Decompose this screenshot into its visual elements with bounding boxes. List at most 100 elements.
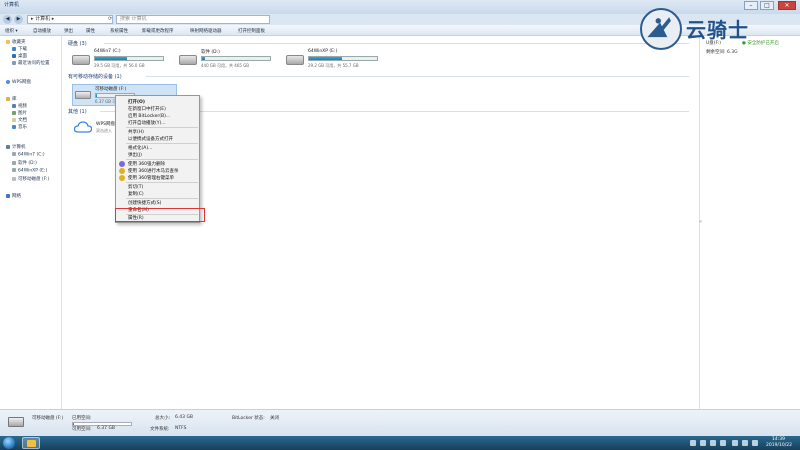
sidebar-item-pictures[interactable]: 图片: [12, 110, 27, 116]
menu-separator: [126, 198, 198, 199]
sidebar-item-drive-c[interactable]: 64Win7 (C:): [12, 152, 45, 158]
free-space-label: 剩余空间: 6.3G: [706, 50, 738, 55]
menu-item-360-manage-menu[interactable]: 使用 360管理右键菜单: [128, 175, 174, 181]
drive-usage-fill: [95, 57, 127, 60]
drive-free-space: 440 GB 可用，共 465 GB: [201, 63, 250, 68]
drive-icon: [12, 168, 16, 172]
control-panel-button[interactable]: 打开控制面板: [238, 28, 265, 34]
menu-item-share[interactable]: 共享(H): [128, 129, 144, 135]
forward-button[interactable]: ▶: [14, 15, 23, 24]
sidebar-item-recent[interactable]: 最近访问的位置: [12, 60, 50, 66]
start-button[interactable]: [3, 437, 15, 449]
menu-item-open-new-window[interactable]: 在新窗口中打开(E): [128, 106, 166, 112]
drive-name: 64WinXP (E:): [308, 49, 338, 54]
menu-item-cut[interactable]: 剪切(T): [128, 184, 143, 190]
tray-app-icon[interactable]: [720, 440, 726, 446]
drive-usage-bar: [201, 56, 271, 61]
sidebar-label: 软件 (D:): [18, 161, 37, 166]
sidebar-item-favorites[interactable]: 收藏夹: [6, 39, 26, 45]
address-bar[interactable]: ▸ 计算机 ▸: [27, 15, 113, 24]
sidebar-label: 下载: [18, 47, 27, 52]
protection-label: 安全防护已开启: [747, 41, 779, 46]
tray-app-icon[interactable]: [700, 440, 706, 446]
drive-usage-fill: [202, 57, 206, 60]
status-usage-fill: [73, 423, 74, 425]
group-header-removable[interactable]: 有可移动存储的设备 (1): [68, 73, 122, 80]
group-header-other[interactable]: 其他 (1): [68, 108, 87, 115]
sidebar-label: 计算机: [12, 145, 26, 150]
sidebar-item-computer[interactable]: 计算机: [6, 144, 26, 150]
watermark-logo: [640, 8, 682, 50]
sidebar-item-libraries[interactable]: 库: [6, 96, 17, 102]
close-button[interactable]: ✕: [778, 1, 796, 10]
network-icon: [6, 193, 10, 198]
sidebar-label: WPS网盘: [12, 80, 32, 85]
group-divider: [104, 43, 689, 44]
status-used-label: 已用空间:: [72, 416, 92, 421]
sidebar-item-downloads[interactable]: 下载: [12, 46, 27, 52]
sidebar-label: 桌面: [18, 54, 27, 59]
sidebar-item-drive-e[interactable]: 64WinXP (E:): [12, 168, 47, 174]
maximize-button[interactable]: □: [760, 1, 774, 10]
drive-icon: [12, 152, 16, 156]
menu-item-360-trojan-scan[interactable]: 使用 360进行木马云查杀: [128, 168, 179, 174]
address-path: ▸ 计算机 ▸: [31, 16, 55, 22]
sidebar-item-documents[interactable]: 文档: [12, 117, 27, 123]
map-network-drive-button[interactable]: 映射网络驱动器: [190, 28, 222, 34]
hard-drive-icon: [179, 55, 197, 65]
menu-item-open-portable[interactable]: 以便携式设备方式打开: [128, 136, 173, 142]
knight-icon: [647, 17, 671, 38]
autoplay-button[interactable]: 自动播放: [33, 28, 51, 34]
sidebar-item-drive-d[interactable]: 软件 (D:): [12, 160, 37, 166]
menu-item-360-force-delete[interactable]: 使用 360强力删除: [128, 161, 165, 167]
tray-app-icon[interactable]: [710, 440, 716, 446]
drive-name: 64Win7 (C:): [94, 49, 121, 54]
menu-item-format[interactable]: 格式化(A)...: [128, 145, 152, 151]
uninstall-program-button[interactable]: 卸载或更改程序: [142, 28, 174, 34]
clock-date[interactable]: 2019/10/22: [766, 443, 792, 448]
refresh-icon[interactable]: ⟳: [108, 16, 112, 22]
back-button[interactable]: ◀: [3, 15, 12, 24]
group-divider: [146, 76, 689, 77]
menu-item-copy[interactable]: 复制(C): [128, 191, 144, 197]
drive-free-space: 29.5 GB 可用，共 56.0 GB: [94, 63, 145, 68]
menu-item-bitlocker[interactable]: 启用 BitLocker(B)...: [128, 113, 170, 119]
tray-arrow-icon[interactable]: [690, 440, 696, 446]
eject-button[interactable]: 弹出: [64, 28, 73, 34]
menu-separator: [126, 159, 198, 160]
menu-item-create-shortcut[interactable]: 创建快捷方式(S): [128, 200, 161, 206]
group-header-hard-drives[interactable]: 硬盘 (3): [68, 40, 87, 47]
flag-icon[interactable]: [752, 440, 758, 446]
network-icon[interactable]: [732, 440, 738, 446]
sidebar-item-desktop[interactable]: 桌面: [12, 53, 27, 59]
document-icon: [12, 117, 16, 122]
sidebar-label: 库: [12, 97, 17, 102]
collapse-pane-icon[interactable]: «: [699, 219, 702, 225]
context-menu: 打开(O) 在新窗口中打开(E) 启用 BitLocker(B)... 打开自动…: [115, 95, 200, 223]
organize-button[interactable]: 组织 ▾: [5, 28, 18, 34]
drive-tile-d[interactable]: 软件 (D:) 440 GB 可用，共 465 GB: [179, 49, 271, 79]
sidebar-item-wps[interactable]: WPS网盘: [6, 79, 31, 85]
watermark-text: 云骑士: [686, 18, 749, 42]
taskbar-explorer-button[interactable]: [22, 437, 40, 449]
sidebar-item-network[interactable]: 网络: [6, 193, 21, 199]
search-input[interactable]: 搜索 计算机: [116, 15, 270, 24]
folder-icon: [27, 440, 36, 447]
recent-icon: [12, 60, 16, 65]
sidebar-item-music[interactable]: 音乐: [12, 124, 27, 130]
sidebar-item-videos[interactable]: 视频: [12, 103, 27, 109]
volume-icon[interactable]: [742, 440, 748, 446]
cloud-icon: [6, 79, 10, 84]
drive-usage-bar: [308, 56, 378, 61]
menu-item-eject[interactable]: 弹出(J): [128, 152, 142, 158]
menu-item-autoplay[interactable]: 打开自动播放(Y)...: [128, 120, 166, 126]
status-total-value: 6.43 GB: [175, 415, 194, 420]
sidebar-label: 最近访问的位置: [18, 61, 50, 66]
properties-button[interactable]: 属性: [86, 28, 95, 34]
drive-tile-e[interactable]: 64WinXP (E:) 29.2 GB 可用，共 55.7 GB: [286, 49, 378, 79]
system-properties-button[interactable]: 系统属性: [110, 28, 128, 34]
minimize-button[interactable]: –: [744, 1, 758, 10]
sidebar-item-drive-f[interactable]: 可移动磁盘 (F:): [12, 176, 49, 182]
clock-time[interactable]: 14:39: [772, 437, 785, 442]
menu-item-open[interactable]: 打开(O): [128, 99, 145, 105]
